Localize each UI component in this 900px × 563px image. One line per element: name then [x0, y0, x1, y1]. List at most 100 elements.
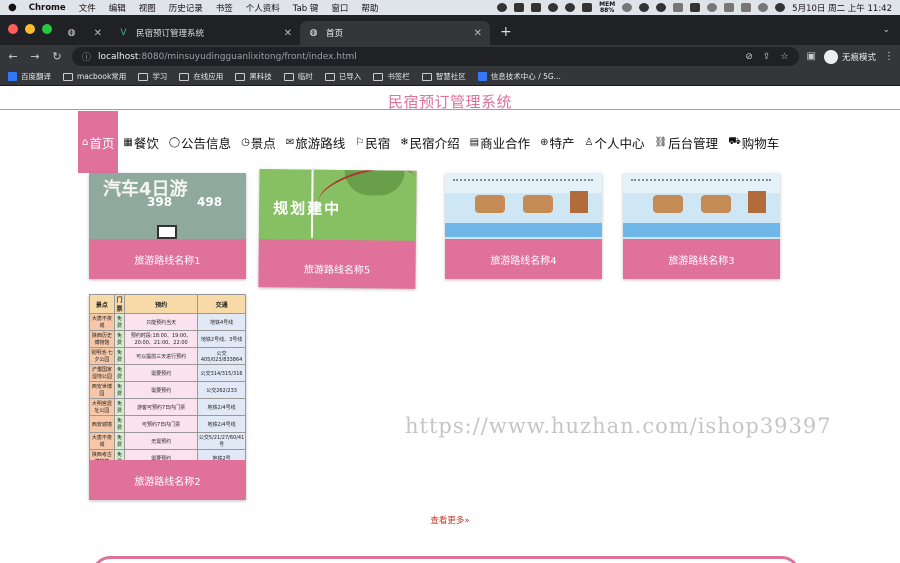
bookmark-label: 在线应用 — [193, 72, 224, 81]
window-controls — [8, 24, 52, 34]
nav-attractions[interactable]: ◷ 景点 — [236, 111, 281, 173]
menu-tab[interactable]: Tab 键 — [293, 2, 319, 14]
bookmark-folder[interactable]: 已导入 — [324, 71, 361, 82]
wifi-icon[interactable] — [707, 3, 718, 12]
more-menu-icon[interactable]: ⋮ — [884, 51, 894, 62]
nav-homestay-intro[interactable]: ❄ 民宿介绍 — [395, 111, 464, 173]
menu-file[interactable]: 文件 — [79, 2, 96, 14]
menu-window[interactable]: 窗口 — [331, 2, 348, 14]
new-tab-button[interactable]: + — [500, 24, 512, 40]
wechat-icon[interactable] — [514, 3, 525, 12]
tab-system[interactable]: V 民宿预订管理系统 ✕ — [110, 21, 300, 45]
bookmark-folder[interactable]: 智慧社区 — [421, 71, 466, 82]
tab-pinned[interactable]: ◍ ✕ — [58, 21, 110, 45]
bookmark-folder[interactable]: 黑科技 — [235, 71, 272, 82]
sync-icon[interactable] — [622, 3, 633, 12]
minimize-window-button[interactable] — [25, 24, 35, 34]
route-card[interactable]: 旅游路线名称4 — [445, 173, 602, 279]
battery-icon[interactable] — [690, 3, 701, 12]
pagoda-icon — [570, 191, 588, 213]
tab-search-icon[interactable]: ⌄ — [882, 25, 890, 35]
table-header: 门票 — [113, 294, 126, 314]
info-icon: ◯ — [168, 136, 181, 148]
table-header: 预约 — [124, 294, 199, 314]
bookmark-folder[interactable]: 书签栏 — [373, 71, 410, 82]
at-icon[interactable] — [639, 3, 650, 12]
menu-help[interactable]: 帮助 — [361, 2, 378, 14]
site-info-icon[interactable]: ⓘ — [82, 50, 91, 63]
route-name: 旅游路线名称2 — [134, 476, 201, 488]
share-icon[interactable]: ⇪ — [763, 52, 771, 62]
table-cell: 预约时段:18:00、19:00、20:00、21:00、22:00 — [124, 330, 199, 348]
bluetooth-icon[interactable] — [673, 3, 684, 12]
address-bar[interactable]: ⓘ localhost :8080/minsuyudingguanlixiton… — [72, 47, 799, 66]
nav-business[interactable]: ▤ 商业合作 — [465, 111, 535, 173]
nav-specialty[interactable]: ⊕ 特产 — [535, 111, 579, 173]
bookmark-folder[interactable]: 临时 — [283, 71, 313, 82]
tab-title: 首页 — [326, 29, 344, 39]
route-card[interactable]: 景点 门票 预约 交通 大唐不夜城 免费 只能预约当天 地铁4号线 陕西历史博物馆 免费预… — [89, 294, 246, 500]
nav-notices[interactable]: ◯ 公告信息 — [164, 111, 236, 173]
menu-bookmarks[interactable]: 书签 — [216, 2, 233, 14]
menu-history[interactable]: 历史记录 — [169, 2, 203, 14]
bookmark-baidu-translate[interactable]: 百度翻译 — [8, 71, 51, 82]
nav-cart[interactable]: ⛟ 购物车 — [723, 111, 784, 173]
incognito-badge[interactable]: 无痕模式 — [823, 49, 876, 64]
route-card[interactable]: 汽车4日游 398 498 旅游路线名称1 — [89, 173, 246, 279]
table-cell: 免费 — [113, 313, 126, 331]
reload-icon[interactable]: ↻ — [50, 50, 64, 63]
menu-profile[interactable]: 个人资料 — [246, 2, 280, 14]
menu-app-chrome[interactable]: Chrome — [29, 3, 66, 13]
close-window-button[interactable] — [8, 24, 18, 34]
weibo-icon[interactable] — [582, 3, 593, 12]
stop-icon[interactable] — [565, 3, 576, 12]
tab-home[interactable]: ◍ 首页 ✕ — [300, 21, 490, 45]
table-cell: 地铁2号 — [197, 449, 246, 460]
apple-icon[interactable]: ● — [8, 2, 17, 13]
bookmark-folder[interactable]: macbook常用 — [63, 71, 126, 82]
nav-admin[interactable]: ⛓ 后台管理 — [649, 111, 723, 173]
screen-record-icon[interactable] — [531, 3, 542, 12]
route-image — [445, 173, 602, 239]
microphone-icon[interactable] — [497, 3, 508, 12]
bookmark-folder[interactable]: 在线应用 — [179, 71, 223, 82]
zoom-window-button[interactable] — [42, 24, 52, 34]
nav-label: 旅游路线 — [295, 135, 346, 151]
search-icon[interactable] — [758, 3, 769, 12]
eye-slash-icon[interactable]: ⊘ — [745, 52, 753, 62]
bookmark-infotech[interactable]: 信息技术中心 / 5G... — [477, 71, 561, 82]
close-icon[interactable]: ✕ — [284, 28, 292, 39]
view-more-link[interactable]: 查看更多» — [0, 514, 900, 526]
snowflake-icon: ❄ — [400, 136, 409, 148]
network-icon[interactable] — [656, 3, 667, 12]
route-card[interactable]: 规划建中 旅游路线名称5 — [258, 169, 417, 289]
display-icon[interactable] — [724, 3, 735, 12]
menubar-status-area: MEM 88% 5月10日 周二 上午 11:42 — [497, 1, 892, 14]
close-icon[interactable]: ✕ — [474, 28, 482, 39]
back-icon[interactable]: ← — [6, 50, 20, 63]
forward-icon[interactable]: → — [28, 50, 42, 63]
control-center-icon[interactable] — [741, 3, 752, 12]
side-panel-icon[interactable]: ▣ — [807, 51, 816, 62]
nav-label: 商业合作 — [480, 135, 531, 151]
nav-home[interactable]: ⌂ 首页 — [78, 111, 119, 173]
siri-icon[interactable] — [775, 3, 786, 12]
close-icon[interactable]: ✕ — [94, 28, 102, 39]
menubar-clock[interactable]: 5月10日 周二 上午 11:42 — [792, 2, 892, 14]
menu-view[interactable]: 视图 — [139, 2, 156, 14]
route-card[interactable]: 旅游路线名称3 — [623, 173, 780, 279]
table-cell: 游客可预约7日内门票 — [124, 398, 199, 416]
memory-meter[interactable]: MEM 88% — [599, 1, 615, 14]
map-text: 规划建中 — [273, 199, 342, 219]
nav-profile[interactable]: ♙ 个人中心 — [579, 111, 649, 173]
nav-routes[interactable]: ✉ 旅游路线 — [281, 111, 350, 173]
nav-homestay[interactable]: ⚐ 民宿 — [350, 111, 395, 173]
star-icon[interactable]: ☆ — [780, 52, 788, 62]
bookmark-label: 黑科技 — [249, 72, 272, 81]
bookmark-label: 书签栏 — [387, 72, 410, 81]
menu-edit[interactable]: 编辑 — [109, 2, 126, 14]
nav-dining[interactable]: ▦ 餐饮 — [118, 111, 163, 173]
qq-icon[interactable] — [548, 3, 559, 12]
browser-window: ◍ ✕ V 民宿预订管理系统 ✕ ◍ 首页 ✕ + ⌄ ← → ↻ ⓘ loca… — [0, 15, 900, 86]
bookmark-folder[interactable]: 学习 — [138, 71, 167, 82]
